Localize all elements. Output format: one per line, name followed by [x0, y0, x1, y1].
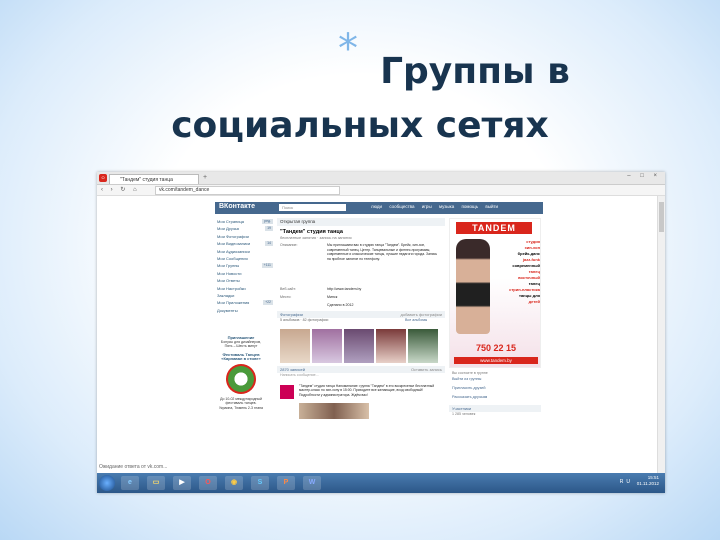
- left-menu-item[interactable]: Мои Видеозаписи 14: [217, 240, 273, 247]
- left-menu-item[interactable]: Мои Ответы: [217, 277, 273, 284]
- window-controls[interactable]: – □ ×: [627, 173, 661, 179]
- place-row: Место: Минск: [277, 295, 445, 303]
- group-site-link[interactable]: http://www.tandem.by: [327, 287, 437, 291]
- menu-people[interactable]: люди: [371, 204, 382, 209]
- left-ad[interactable]: Приглашение Бонусы для дизайнеров, Пять …: [218, 335, 264, 410]
- nav-buttons[interactable]: ‹ › ↻ ⌂: [101, 186, 140, 193]
- group-description: Мы приглашаем вас в студию танца "Тандем…: [327, 243, 438, 261]
- wall-input[interactable]: Написать сообщение...: [277, 373, 445, 381]
- ad-title-2: Фестиваль Танцев «Карнавал в стиле»: [221, 351, 261, 362]
- scroll-thumb[interactable]: [659, 202, 664, 232]
- left-menu-item[interactable]: Мои Новости: [217, 270, 273, 277]
- slide-title-line2: социальных сетях: [171, 105, 549, 146]
- group-subtitle: бесплатные занятия · запись на занятия: [280, 236, 352, 240]
- pdf-icon[interactable]: P: [277, 476, 295, 490]
- page-scrollbar[interactable]: [657, 196, 665, 473]
- group-type: Открытая группа: [277, 218, 445, 226]
- vk-header: ВКонтакте Поиск люди сообщества игры муз…: [215, 202, 543, 214]
- skype-icon[interactable]: S: [251, 476, 269, 490]
- vk-logo[interactable]: ВКонтакте: [219, 203, 255, 210]
- left-menu-item[interactable]: Мои Группы +111: [217, 262, 273, 269]
- ad-text-2: До 10-02 международный фестиваль танцев.…: [218, 397, 263, 410]
- date-row: Сделано в 2012: [277, 303, 445, 311]
- festival-logo-icon: [226, 364, 256, 395]
- folder-icon[interactable]: ▭: [147, 476, 165, 490]
- left-menu-item[interactable]: Мои Сообщения: [217, 255, 273, 262]
- leave-group-link[interactable]: Выйти из группы: [449, 375, 541, 384]
- group-date: Сделано в 2012: [327, 303, 354, 307]
- desc-label: Описание:: [280, 243, 298, 247]
- right-column: TANDEM студия хип-хоп брейк-данс jazz-fu…: [449, 218, 541, 473]
- photo-thumb[interactable]: [408, 329, 438, 363]
- banner-phone: 750 22 15: [475, 343, 517, 353]
- menu-help[interactable]: помощь: [461, 204, 478, 209]
- slide-title-line1: Группы в: [380, 51, 570, 92]
- group-place: Минск: [327, 295, 338, 299]
- menu-communities[interactable]: сообщества: [389, 204, 414, 209]
- left-menu-item[interactable]: Мои Друзья 19: [217, 225, 273, 232]
- tell-friends-link[interactable]: Рассказать друзьям: [449, 393, 541, 402]
- media-icon[interactable]: ▶: [173, 476, 191, 490]
- taskbar: e ▭ ▶ O ◉ S P W RU 15:51 01.11.2012: [97, 473, 665, 493]
- wall-section-header: 2870 записей Оставить запись: [277, 366, 445, 373]
- photo-thumb[interactable]: [312, 329, 342, 363]
- group-description-row: Описание: Мы приглашаем вас в студию тан…: [277, 243, 445, 287]
- post-text: "Тандем" студия танца Напоминание: групп…: [299, 384, 435, 397]
- menu-music[interactable]: музыка: [439, 204, 454, 209]
- post-avatar[interactable]: [280, 385, 294, 399]
- photos-meta: 5 альбомов · 82 фотографии Все альбомы: [277, 318, 445, 326]
- left-menu-item[interactable]: Мои Приложения +22: [217, 299, 273, 306]
- group-name: "Тандем" студия танца: [280, 229, 343, 235]
- tab-bar: О "Тандем" студия танца + – □ ×: [97, 172, 665, 185]
- leave-post-link[interactable]: Оставить запись: [411, 366, 442, 373]
- photo-thumb[interactable]: [280, 329, 310, 363]
- all-albums-link[interactable]: Все альбомы: [405, 318, 441, 322]
- opera-menu-button[interactable]: О: [99, 174, 107, 182]
- left-menu: Моя Страница ред. Мои Друзья 19 Мои Фотогр…: [217, 218, 273, 314]
- browser-tab[interactable]: "Тандем" студия танца: [109, 174, 199, 184]
- word-icon[interactable]: W: [303, 476, 321, 490]
- left-menu-item[interactable]: Документы: [217, 307, 273, 314]
- dancer-image: [456, 239, 490, 334]
- wall-post: "Тандем" студия танца Напоминание: групп…: [277, 381, 445, 419]
- photo-thumb[interactable]: [344, 329, 374, 363]
- photo-strip: [277, 326, 445, 366]
- ad-text: Бонусы для дизайнеров, Пять – Шесть мину…: [220, 340, 262, 349]
- start-button-icon[interactable]: [99, 475, 115, 491]
- web-page: ВКонтакте Поиск люди сообщества игры муз…: [97, 196, 665, 473]
- photo-thumb[interactable]: [376, 329, 406, 363]
- photos-section-header[interactable]: Фотографии добавить фотографии: [277, 311, 445, 318]
- browser-screenshot: О "Тандем" студия танца + – □ × ‹ › ↻ ⌂ …: [97, 172, 665, 493]
- banner-lines: студия хип-хоп брейк-данс jazz-funk совр…: [509, 239, 540, 304]
- status-text: Ожидание ответа от vk.com...: [99, 464, 168, 470]
- add-photos-link[interactable]: добавить фотографии: [401, 311, 442, 318]
- post-image[interactable]: [299, 403, 369, 419]
- tray-clock[interactable]: 15:51 01.11.2012: [637, 475, 659, 487]
- group-main: Открытая группа "Тандем" студия танца бе…: [277, 218, 445, 473]
- menu-logout[interactable]: выйти: [485, 204, 498, 209]
- left-menu-item[interactable]: Мои Фотографии: [217, 233, 273, 240]
- new-tab-icon[interactable]: +: [203, 174, 207, 181]
- banner-brand: TANDEM: [456, 222, 532, 234]
- tray-lang[interactable]: RU: [620, 479, 633, 485]
- vk-search-input[interactable]: Поиск: [279, 204, 346, 211]
- left-menu-item[interactable]: Закладки: [217, 292, 273, 299]
- members-header[interactable]: Участники: [449, 405, 541, 412]
- ie-icon[interactable]: e: [121, 476, 139, 490]
- vk-top-menu: люди сообщества игры музыка помощь выйти: [371, 204, 504, 209]
- left-menu-item[interactable]: Мои Аудиозаписи: [217, 248, 273, 255]
- left-menu-item[interactable]: Моя Страница ред.: [217, 218, 273, 225]
- address-bar: ‹ › ↻ ⌂ vk.com/tandem_dance: [97, 185, 665, 196]
- chrome-icon[interactable]: ◉: [225, 476, 243, 490]
- tandem-banner[interactable]: TANDEM студия хип-хоп брейк-данс jazz-fu…: [449, 218, 541, 368]
- members-count: 1 285 человек: [452, 412, 476, 416]
- banner-site: www.tandem.by: [454, 357, 538, 364]
- invite-friends-link[interactable]: Пригласить друзей: [449, 384, 541, 393]
- left-menu-item[interactable]: Мои Настройки: [217, 285, 273, 292]
- url-field[interactable]: vk.com/tandem_dance: [155, 186, 340, 195]
- menu-games[interactable]: игры: [422, 204, 432, 209]
- opera-icon[interactable]: O: [199, 476, 217, 490]
- site-row: Веб-сайт: http://www.tandem.by: [277, 287, 445, 295]
